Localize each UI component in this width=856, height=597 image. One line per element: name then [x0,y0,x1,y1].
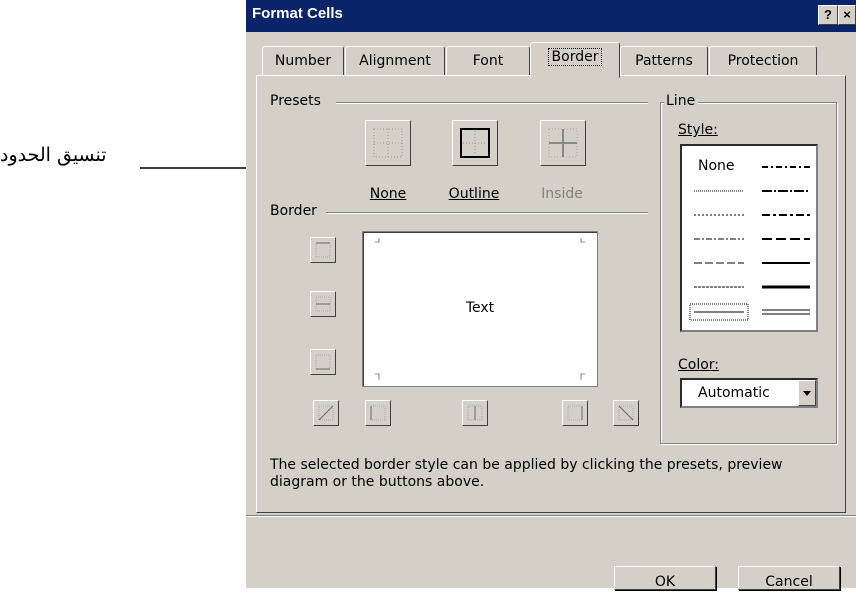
ok-button[interactable]: OK [614,566,716,590]
preset-outline-label: Outline [448,186,500,202]
annotation: تنسيق الحدود [0,140,286,180]
style-label: Style: [678,122,718,138]
color-label: Color: [678,357,720,373]
border-inside-vertical-button[interactable] [462,400,488,426]
tab-protection[interactable]: Protection [709,46,817,76]
dialog-title: Format Cells [252,5,343,22]
border-left-button[interactable] [365,400,391,426]
diagonal-down-icon [618,405,634,421]
presets-divider [336,102,648,104]
preset-inside-icon [548,128,578,158]
border-right-button[interactable] [562,400,588,426]
border-inside-horizontal-icon [315,296,331,312]
border-diagonal-down-button[interactable] [613,400,639,426]
close-button[interactable]: × [838,5,856,25]
tab-patterns[interactable]: Patterns [620,46,708,76]
tab-number[interactable]: Number [262,46,344,76]
line-label: Line [664,93,699,109]
tab-border[interactable]: Border [530,42,620,78]
tab-font[interactable]: Font [446,46,530,76]
border-inside-horizontal-button[interactable] [310,291,336,317]
annotation-text: تنسيق الحدود [0,144,107,166]
preset-inside-label: Inside [541,186,583,202]
help-text: The selected border style can be applied… [270,457,783,490]
border-preview[interactable]: Text [362,231,598,387]
line-style-list[interactable]: None [680,144,818,332]
border-label: Border [268,203,320,219]
dropdown-button[interactable] [798,380,816,406]
help-button[interactable]: ? [818,5,838,25]
preset-outline-icon [460,128,490,158]
preset-none-label: None [369,186,407,202]
footer-separator [246,515,856,517]
color-dropdown[interactable]: Automatic [680,378,818,408]
border-top-button[interactable] [310,237,336,263]
line-style-samples [689,166,810,321]
border-diagonal-up-button[interactable] [313,400,339,426]
preset-outline-button[interactable] [452,120,498,166]
color-value: Automatic [698,385,770,401]
diagonal-up-icon [318,405,334,421]
border-top-icon [315,242,331,258]
border-divider [326,212,648,214]
border-inside-vertical-icon [467,405,483,421]
border-left-icon [370,405,386,421]
cancel-button[interactable]: Cancel [738,566,840,590]
tab-alignment[interactable]: Alignment [345,46,445,76]
preset-none-button[interactable] [365,120,411,166]
preview-text: Text [465,300,495,316]
border-bottom-icon [315,354,331,370]
border-right-icon [567,405,583,421]
chevron-down-icon [803,391,811,396]
preset-none-icon [373,128,403,158]
border-bottom-button[interactable] [310,349,336,375]
preset-inside-button[interactable] [540,120,586,166]
presets-label: Presets [268,93,324,109]
